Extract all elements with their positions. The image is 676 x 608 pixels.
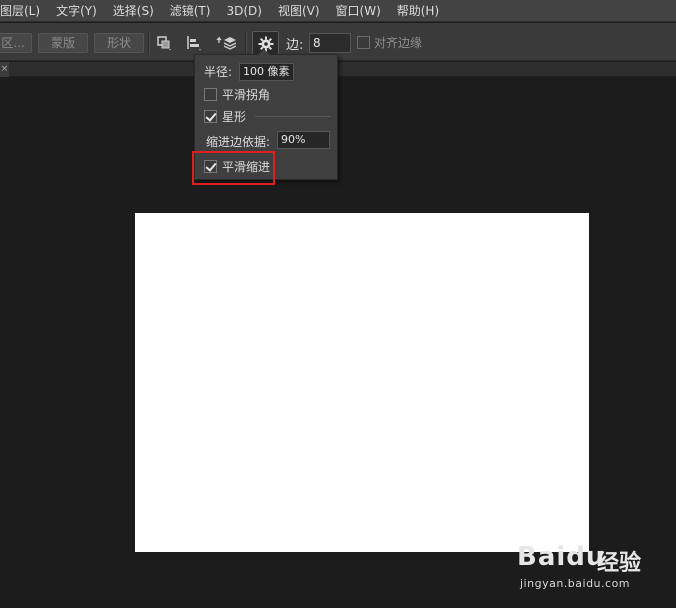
options-bar: 区... 蒙版 形状 边: 8 对齐边缘 [0, 23, 676, 61]
baidu-jingyan-watermark: Baidu 经验 jingyan.baidu.com [517, 537, 667, 597]
panel-pointer [258, 49, 270, 55]
menu-type[interactable]: 文字(Y) [56, 0, 104, 22]
path-arrangement-icon[interactable] [215, 32, 237, 54]
separator [245, 32, 246, 54]
menu-view[interactable]: 视图(V) [278, 0, 327, 22]
menu-window[interactable]: 窗口(W) [336, 0, 388, 22]
align-edges-checkbox[interactable] [357, 36, 370, 49]
shape-button[interactable]: 形状 [94, 33, 144, 53]
radius-label: 半径: [204, 65, 233, 79]
selection-button[interactable]: 区... [0, 33, 32, 53]
tab-close-icon[interactable]: × [0, 62, 9, 77]
menu-bar: 图层(L) 文字(Y) 选择(S) 滤镜(T) 3D(D) 视图(V) 窗口(W… [0, 0, 676, 22]
star-label: 星形 [222, 110, 247, 124]
radius-input[interactable]: 100 像素 [239, 63, 294, 81]
menu-select[interactable]: 选择(S) [113, 0, 161, 22]
star-divider [255, 116, 331, 117]
align-edges-label: 对齐边缘 [374, 36, 423, 50]
highlight-box [192, 151, 275, 185]
menu-help[interactable]: 帮助(H) [397, 0, 446, 22]
indent-input[interactable]: 90% [277, 131, 330, 149]
sides-label: 边: [286, 38, 304, 53]
menu-3d[interactable]: 3D(D) [226, 0, 268, 22]
menu-filter[interactable]: 滤镜(T) [170, 0, 218, 22]
smooth-corners-label: 平滑拐角 [222, 88, 271, 102]
path-alignment-icon[interactable] [183, 32, 205, 54]
document-canvas[interactable] [135, 213, 589, 552]
indent-label: 缩进边依据: [206, 135, 271, 149]
star-checkbox[interactable] [204, 110, 217, 123]
sides-input[interactable]: 8 [309, 33, 351, 53]
watermark-product: 经验 [597, 551, 642, 576]
watermark-url: jingyan.baidu.com [520, 577, 631, 590]
smooth-corners-checkbox[interactable] [204, 88, 217, 101]
watermark-brand: Baidu [517, 542, 606, 572]
document-tab-strip: × [0, 62, 676, 77]
mask-button[interactable]: 蒙版 [38, 33, 88, 53]
separator [148, 32, 149, 54]
menu-layer[interactable]: 图层(L) [0, 0, 47, 22]
path-operations-icon[interactable] [153, 32, 175, 54]
